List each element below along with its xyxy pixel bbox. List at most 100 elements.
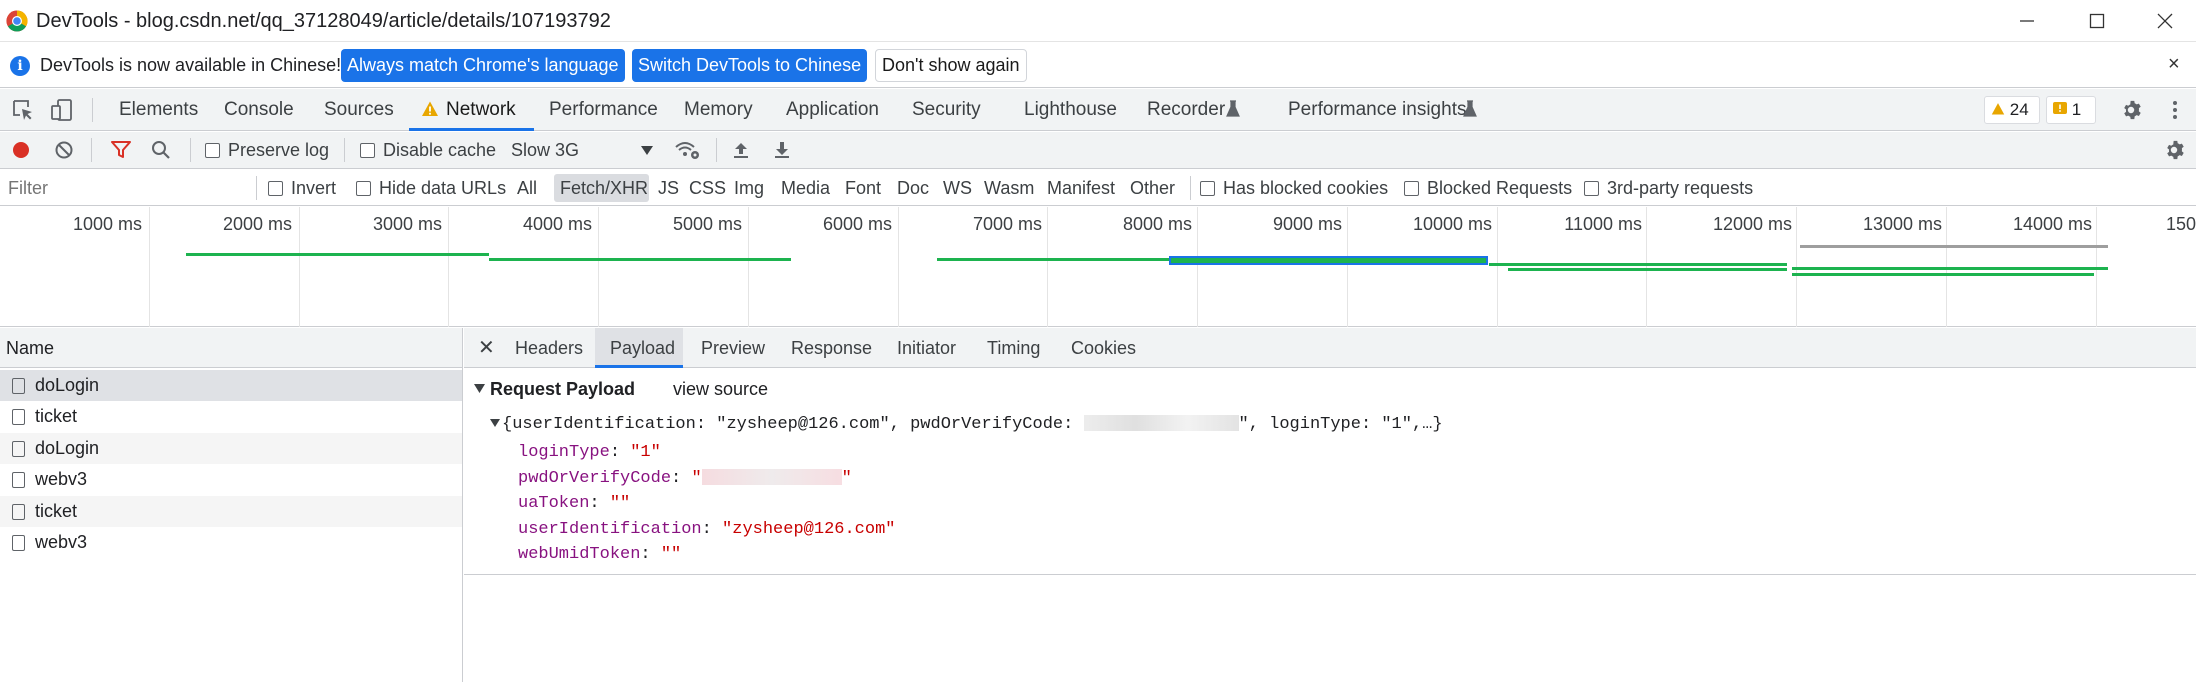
request-file-icon xyxy=(12,441,25,457)
disable-cache-checkbox[interactable]: Disable cache xyxy=(360,132,496,169)
minimize-button[interactable] xyxy=(1992,0,2062,42)
inspect-element-icon[interactable] xyxy=(10,97,36,123)
hide-data-urls-label: Hide data URLs xyxy=(379,178,507,198)
filter-type-ws[interactable]: WS xyxy=(943,170,972,206)
request-row[interactable]: ticket xyxy=(0,401,462,432)
infobar-close-icon[interactable]: × xyxy=(2168,53,2180,76)
device-toolbar-icon[interactable] xyxy=(49,97,75,123)
always-match-language-button[interactable]: Always match Chrome's language xyxy=(341,49,625,82)
toolbar-separator xyxy=(91,138,92,162)
tab-lighthouse[interactable]: Lighthouse xyxy=(1024,89,1117,131)
export-har-icon[interactable] xyxy=(772,140,792,160)
tab-performance[interactable]: Performance xyxy=(549,89,658,131)
network-conditions-icon[interactable] xyxy=(674,139,700,161)
import-har-icon[interactable] xyxy=(731,140,751,160)
more-options-icon[interactable] xyxy=(2168,99,2182,121)
tab-performance-insights[interactable]: Performance insights xyxy=(1288,89,1466,131)
close-detail-icon[interactable]: ✕ xyxy=(478,335,495,360)
infobar-message: DevTools is now available in Chinese! xyxy=(40,55,342,75)
dont-show-again-button[interactable]: Don't show again xyxy=(875,49,1027,82)
filter-input[interactable] xyxy=(0,173,250,203)
tick-label: 5000 ms xyxy=(672,214,742,234)
has-blocked-cookies-label: Has blocked cookies xyxy=(1223,178,1389,198)
section-divider xyxy=(464,574,2196,575)
third-party-requests-checkbox[interactable]: 3rd-party requests xyxy=(1584,170,1753,206)
tab-headers[interactable]: Headers xyxy=(515,328,583,368)
issues-badge[interactable]: 1 xyxy=(2046,96,2096,124)
filter-type-other[interactable]: Other xyxy=(1130,170,1175,206)
filter-type-css[interactable]: CSS xyxy=(689,170,726,206)
checkbox-box xyxy=(360,143,375,158)
request-row[interactable]: ticket xyxy=(0,496,462,527)
property-value: "" xyxy=(660,545,682,564)
request-row[interactable]: doLogin xyxy=(0,433,462,464)
invert-checkbox[interactable]: Invert xyxy=(268,170,336,206)
tick-label: 8000 ms xyxy=(1122,214,1192,234)
tab-console[interactable]: Console xyxy=(224,89,294,131)
maximize-button[interactable] xyxy=(2062,0,2132,42)
filter-type-doc[interactable]: Doc xyxy=(897,170,929,206)
switch-devtools-chinese-button[interactable]: Switch DevTools to Chinese xyxy=(632,49,868,82)
payload-summary[interactable]: {userIdentification: "zysheep@126.com", … xyxy=(490,415,1443,434)
filter-type-js[interactable]: JS xyxy=(658,170,679,206)
blocked-requests-checkbox[interactable]: Blocked Requests xyxy=(1404,170,1572,206)
request-bar xyxy=(186,253,489,256)
experiment-flask-icon xyxy=(1226,100,1240,117)
filter-funnel-icon[interactable] xyxy=(110,140,132,160)
network-toolbar: Preserve log Disable cache Slow 3G xyxy=(0,132,2196,169)
filter-type-img[interactable]: Img xyxy=(734,170,764,206)
tab-initiator[interactable]: Initiator xyxy=(897,328,956,368)
clear-icon[interactable] xyxy=(54,140,74,160)
tab-security[interactable]: Security xyxy=(912,89,981,131)
checkbox-box xyxy=(205,143,220,158)
request-row[interactable]: webv3 xyxy=(0,464,462,495)
settings-gear-icon[interactable] xyxy=(2120,99,2142,121)
tick-label: 13000 ms xyxy=(1862,214,1942,234)
property-key: userIdentification xyxy=(518,520,702,539)
network-overview-timeline[interactable]: 1000 ms 2000 ms 3000 ms 4000 ms 5000 ms … xyxy=(0,207,2196,327)
filter-type-manifest[interactable]: Manifest xyxy=(1047,170,1115,206)
filter-type-media[interactable]: Media xyxy=(781,170,830,206)
filter-type-all[interactable]: All xyxy=(517,170,537,206)
tab-preview[interactable]: Preview xyxy=(701,328,765,368)
filter-type-wasm[interactable]: Wasm xyxy=(984,170,1034,206)
tab-network[interactable]: Network xyxy=(446,89,516,131)
has-blocked-cookies-checkbox[interactable]: Has blocked cookies xyxy=(1200,170,1388,206)
search-icon[interactable] xyxy=(151,140,171,160)
hide-data-urls-checkbox[interactable]: Hide data URLs xyxy=(356,170,506,206)
record-stop-icon[interactable] xyxy=(11,140,31,160)
tab-recorder[interactable]: Recorder xyxy=(1147,89,1225,131)
filter-type-fetch-xhr[interactable]: Fetch/XHR xyxy=(560,170,648,206)
request-row[interactable]: doLogin xyxy=(0,370,462,401)
tab-application[interactable]: Application xyxy=(786,89,879,131)
tab-elements[interactable]: Elements xyxy=(119,89,198,131)
tick-label: 3000 ms xyxy=(372,214,442,234)
tab-memory[interactable]: Memory xyxy=(684,89,753,131)
request-name: doLogin xyxy=(35,375,100,395)
tab-payload[interactable]: Payload xyxy=(610,328,675,368)
name-column-header[interactable]: Name xyxy=(0,328,462,368)
throttling-select[interactable]: Slow 3G xyxy=(511,132,657,169)
tab-timing[interactable]: Timing xyxy=(987,328,1040,368)
preserve-log-checkbox[interactable]: Preserve log xyxy=(205,132,329,169)
filter-type-font[interactable]: Font xyxy=(845,170,881,206)
payload-property: webUmidToken: "" xyxy=(518,545,682,564)
tab-cookies[interactable]: Cookies xyxy=(1071,328,1136,368)
invert-label: Invert xyxy=(291,178,337,198)
tab-response[interactable]: Response xyxy=(791,328,872,368)
network-settings-gear-icon[interactable] xyxy=(2163,139,2185,161)
request-row[interactable]: webv3 xyxy=(0,527,462,558)
timeline-grid-line xyxy=(898,207,899,327)
request-list: Name doLogin ticket doLogin webv3 ticket… xyxy=(0,328,463,682)
checkbox-box xyxy=(1200,181,1215,196)
timeline-grid-line xyxy=(299,207,300,327)
close-window-button[interactable] xyxy=(2130,0,2196,42)
tab-sources[interactable]: Sources xyxy=(324,89,394,131)
preserve-log-label: Preserve log xyxy=(228,140,330,160)
view-source-link[interactable]: view source xyxy=(673,379,768,400)
warnings-badge[interactable]: 24 xyxy=(1984,96,2040,124)
timeline-grid-line xyxy=(149,207,150,327)
request-bar xyxy=(1489,263,1787,266)
request-payload-header[interactable]: Request Payload xyxy=(474,379,635,400)
request-file-icon xyxy=(12,504,25,520)
